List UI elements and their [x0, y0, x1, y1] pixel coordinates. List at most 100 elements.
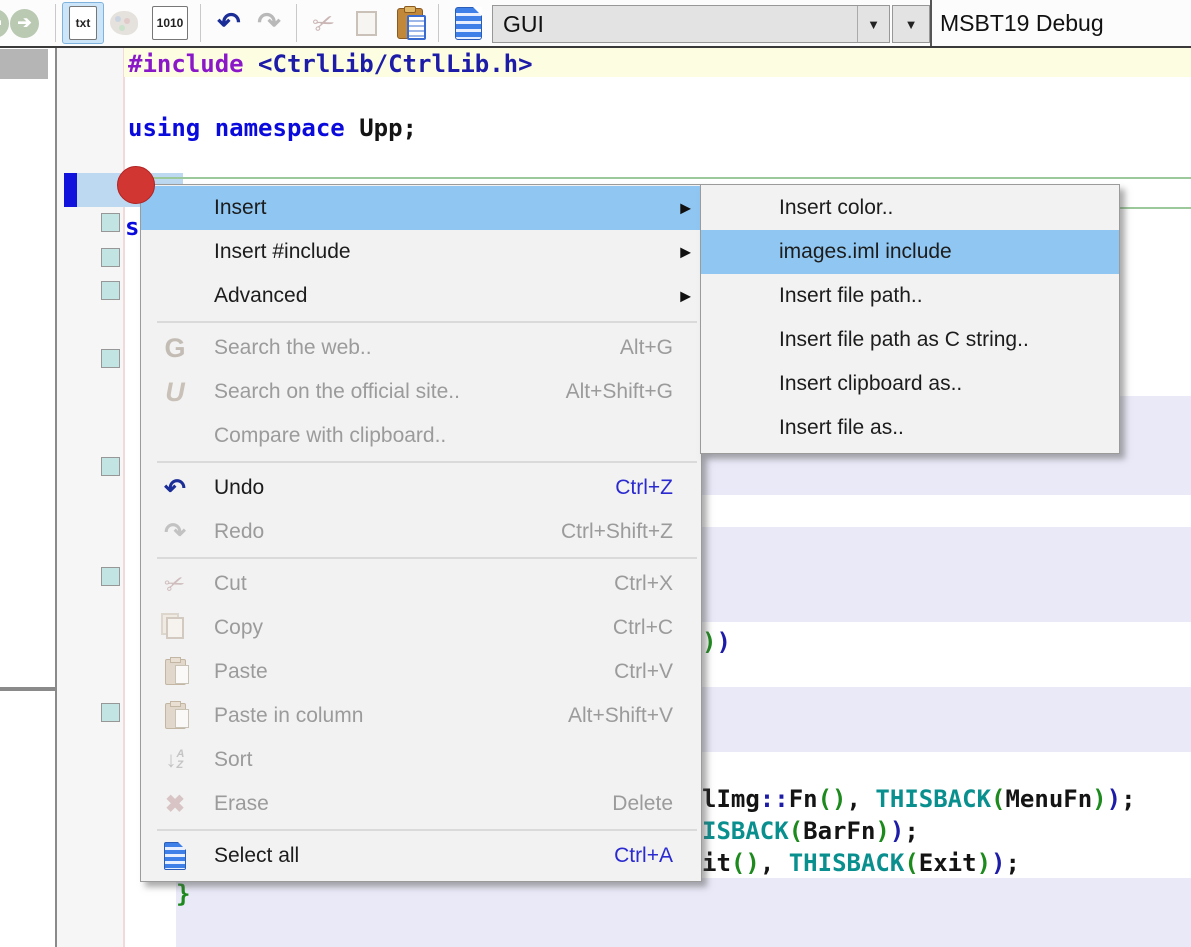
code-line-exit: it(), THISBACK(Exit)); [702, 847, 1020, 879]
code-token: THISBACK [875, 785, 991, 813]
undo-button[interactable]: ↶ [210, 3, 248, 43]
redo-button[interactable]: ↷ [250, 3, 288, 43]
code-token [244, 50, 258, 78]
cut-button[interactable]: ✂ [306, 3, 342, 43]
text-file-mode-button[interactable]: txt [62, 3, 104, 43]
palette-icon [110, 11, 138, 35]
code-line-menufn: lImg::Fn(), THISBACK(MenuFn)); [702, 783, 1136, 815]
code-line-include: #include <CtrlLib/CtrlLib.h> [128, 48, 533, 80]
select-all-button[interactable] [448, 3, 488, 43]
gutter-marker[interactable] [101, 281, 120, 300]
upp-logo-icon: U [153, 377, 197, 408]
forward-arrow-icon: ➔ [10, 9, 39, 38]
menu-item-shortcut: Ctrl+Shift+Z [561, 520, 673, 544]
code-token: ) [1107, 785, 1121, 813]
code-line-struct: s [125, 211, 139, 243]
code-token: ) [875, 817, 889, 845]
menu-item-sort[interactable]: ↓AZSort [141, 738, 701, 782]
menu-item-label: Insert clipboard as.. [779, 372, 962, 396]
file-list-sidebar[interactable] [0, 48, 57, 947]
menu-item-paste-in-column[interactable]: Paste in columnAlt+Shift+V [141, 694, 701, 738]
code-token: #include [128, 50, 244, 78]
menu-item-undo[interactable]: ↶UndoCtrl+Z [141, 466, 701, 510]
menu-item-erase[interactable]: ✖EraseDelete [141, 782, 701, 826]
menu-item-label: Select all [214, 844, 299, 868]
assembly-combobox-dropdown[interactable]: ▼ [857, 6, 889, 42]
menu-item-compare-with-clipboard[interactable]: Compare with clipboard.. [141, 414, 701, 458]
gutter-marker[interactable] [101, 248, 120, 267]
undo-icon: ↶ [217, 9, 240, 37]
menu-separator [157, 557, 697, 559]
txt-file-icon: txt [62, 2, 104, 44]
code-token: ; [904, 817, 918, 845]
paste-button[interactable] [390, 3, 430, 43]
menu-item-copy[interactable]: CopyCtrl+C [141, 606, 701, 650]
image-designer-button[interactable] [110, 3, 138, 43]
submenu-item-insert-file-path[interactable]: Insert file path.. [701, 274, 1119, 318]
menu-item-paste[interactable]: PasteCtrl+V [141, 650, 701, 694]
gutter-marker[interactable] [101, 349, 120, 368]
chevron-down-icon: ▼ [905, 17, 918, 32]
menu-item-shortcut: Ctrl+V [614, 660, 673, 684]
menu-separator [157, 829, 697, 831]
navigate-forward-button[interactable]: ➔ [10, 3, 39, 43]
submenu-item-insert-file-path-as-c-string[interactable]: Insert file path as C string.. [701, 318, 1119, 362]
code-token: () [731, 849, 760, 877]
submenu-item-insert-file-as[interactable]: Insert file as.. [701, 406, 1119, 450]
submenu-arrow-icon: ▶ [680, 288, 691, 305]
code-token: , [847, 785, 876, 813]
code-token: ; [1005, 849, 1019, 877]
menu-item-label: Sort [214, 748, 253, 772]
code-line-barfn: ISBACK(BarFn)); [702, 815, 919, 847]
menu-separator [157, 321, 697, 323]
menu-item-insert[interactable]: Insert▶ [141, 186, 701, 230]
blue-document-icon [455, 7, 482, 40]
navigate-back-button[interactable]: ⬅ [0, 3, 9, 43]
code-token: lImg [702, 785, 760, 813]
code-line-using: using namespace Upp; [128, 112, 417, 144]
code-token: ( [991, 785, 1005, 813]
gutter-marker[interactable] [101, 457, 120, 476]
menu-item-cut[interactable]: ✂CutCtrl+X [141, 562, 701, 606]
paste-icon [397, 8, 423, 39]
gutter-marker[interactable] [101, 567, 120, 586]
menu-item-advanced[interactable]: Advanced▶ [141, 274, 701, 318]
assembly-combobox[interactable]: GUI ▼ [492, 5, 890, 43]
submenu-item-images-iml-include[interactable]: images.iml include [701, 230, 1119, 274]
sidebar-selected-item[interactable] [0, 49, 48, 79]
copy-button[interactable] [348, 3, 384, 43]
redo-icon: ↷ [153, 519, 197, 545]
cut-icon: ✂ [153, 570, 197, 599]
code-token: () [818, 785, 847, 813]
sidebar-splitter[interactable] [0, 687, 55, 691]
menu-item-search-the-web[interactable]: GSearch the web..Alt+G [141, 326, 701, 370]
menu-item-label: Search on the official site.. [214, 380, 460, 404]
build-config-area[interactable]: MSBT19 Debug [930, 0, 1104, 46]
code-token: ) [716, 628, 730, 656]
breakpoint-circle[interactable] [117, 166, 155, 204]
menu-item-label: Erase [214, 792, 269, 816]
menu-item-search-on-the-official-site[interactable]: USearch on the official site..Alt+Shift+… [141, 370, 701, 414]
code-token: BarFn [803, 817, 875, 845]
menu-item-shortcut: Alt+G [620, 336, 673, 360]
submenu-item-insert-clipboard-as[interactable]: Insert clipboard as.. [701, 362, 1119, 406]
gutter-marker[interactable] [101, 703, 120, 722]
menu-item-select-all[interactable]: Select allCtrl+A [141, 834, 701, 878]
code-token: <CtrlLib/CtrlLib.h> [258, 50, 533, 78]
submenu-item-insert-color[interactable]: Insert color.. [701, 186, 1119, 230]
binary-file-mode-button[interactable]: 1010 [152, 3, 188, 43]
toolbar-separator [296, 4, 297, 42]
secondary-dropdown-button[interactable]: ▼ [892, 5, 930, 43]
code-token: ISBACK [702, 817, 789, 845]
menu-item-label: Compare with clipboard.. [214, 424, 446, 448]
caret-line-block [64, 173, 77, 207]
highlighted-line-lavender [176, 878, 1191, 947]
code-token: ; [1121, 785, 1135, 813]
submenu-arrow-icon: ▶ [680, 200, 691, 217]
menu-item-label: Paste in column [214, 704, 363, 728]
gutter-marker[interactable] [101, 213, 120, 232]
menu-item-label: Search the web.. [214, 336, 372, 360]
menu-item-insert-include[interactable]: Insert #include▶ [141, 230, 701, 274]
menu-item-redo[interactable]: ↷RedoCtrl+Shift+Z [141, 510, 701, 554]
code-token: s [125, 213, 139, 241]
